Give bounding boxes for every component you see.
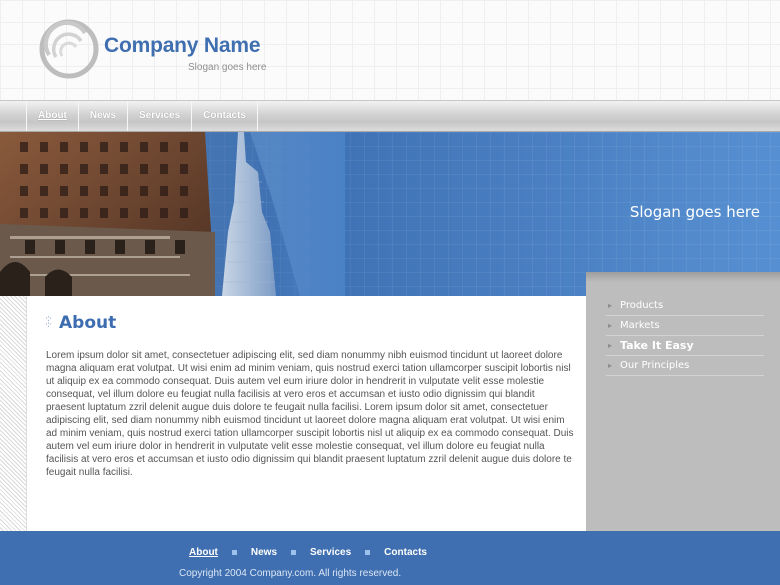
sidebar-item-take-it-easy[interactable]: ▸ Take It Easy bbox=[606, 336, 764, 356]
sidebar-item-label: Our Principles bbox=[620, 360, 690, 371]
chevron-right-icon: ▸ bbox=[608, 301, 613, 310]
sidebar-item-label: Products bbox=[620, 300, 664, 311]
nav-item-news[interactable]: News bbox=[77, 101, 127, 131]
sidebar: ▸ Products ▸ Markets ▸ Take It Easy ▸ Ou… bbox=[586, 272, 780, 531]
copyright-text: Copyright 2004 Company.com. All rights r… bbox=[179, 568, 402, 579]
banner-slogan: Slogan goes here bbox=[629, 203, 760, 221]
sidebar-item-products[interactable]: ▸ Products bbox=[606, 296, 764, 316]
square-bullet-icon bbox=[231, 550, 237, 555]
chevron-right-icon: ▸ bbox=[608, 321, 613, 330]
main-content: ·:· ·:· About Lorem ipsum dolor sit amet,… bbox=[28, 296, 586, 531]
top-navigation: About News Services Contacts bbox=[0, 100, 780, 132]
sidebar-item-label: Take It Easy bbox=[620, 339, 694, 352]
chevron-right-icon: ▸ bbox=[608, 341, 613, 350]
dotted-bullet-icon: ·:· ·:· bbox=[45, 314, 52, 330]
about-body-text: Lorem ipsum dolor sit amet, consectetuer… bbox=[46, 350, 574, 478]
footer-link-contacts[interactable]: Contacts bbox=[384, 547, 427, 558]
page-title: About bbox=[59, 313, 117, 333]
company-name[interactable]: Company Name bbox=[104, 34, 261, 58]
sidebar-item-markets[interactable]: ▸ Markets bbox=[606, 316, 764, 336]
header-slogan: Slogan goes here bbox=[188, 62, 267, 73]
sidebar-item-our-principles[interactable]: ▸ Our Principles bbox=[606, 356, 764, 376]
square-bullet-icon bbox=[365, 550, 371, 555]
chevron-right-icon: ▸ bbox=[608, 361, 613, 370]
square-bullet-icon bbox=[291, 550, 297, 555]
site-header: Company Name Slogan goes here bbox=[0, 0, 780, 100]
decorative-stripe bbox=[0, 296, 27, 531]
concentric-rings-logo-icon bbox=[39, 19, 99, 79]
footer-link-news[interactable]: News bbox=[251, 547, 277, 558]
city-skyscrapers-photo bbox=[0, 132, 345, 296]
nav-item-contacts[interactable]: Contacts bbox=[191, 101, 258, 131]
nav-item-about[interactable]: About bbox=[26, 101, 78, 131]
nav-item-services[interactable]: Services bbox=[127, 101, 191, 131]
footer-link-services[interactable]: Services bbox=[310, 547, 351, 558]
sidebar-item-label: Markets bbox=[620, 320, 660, 331]
site-footer: About News Services Contacts Copyright 2… bbox=[0, 531, 780, 585]
footer-link-about[interactable]: About bbox=[189, 547, 218, 558]
